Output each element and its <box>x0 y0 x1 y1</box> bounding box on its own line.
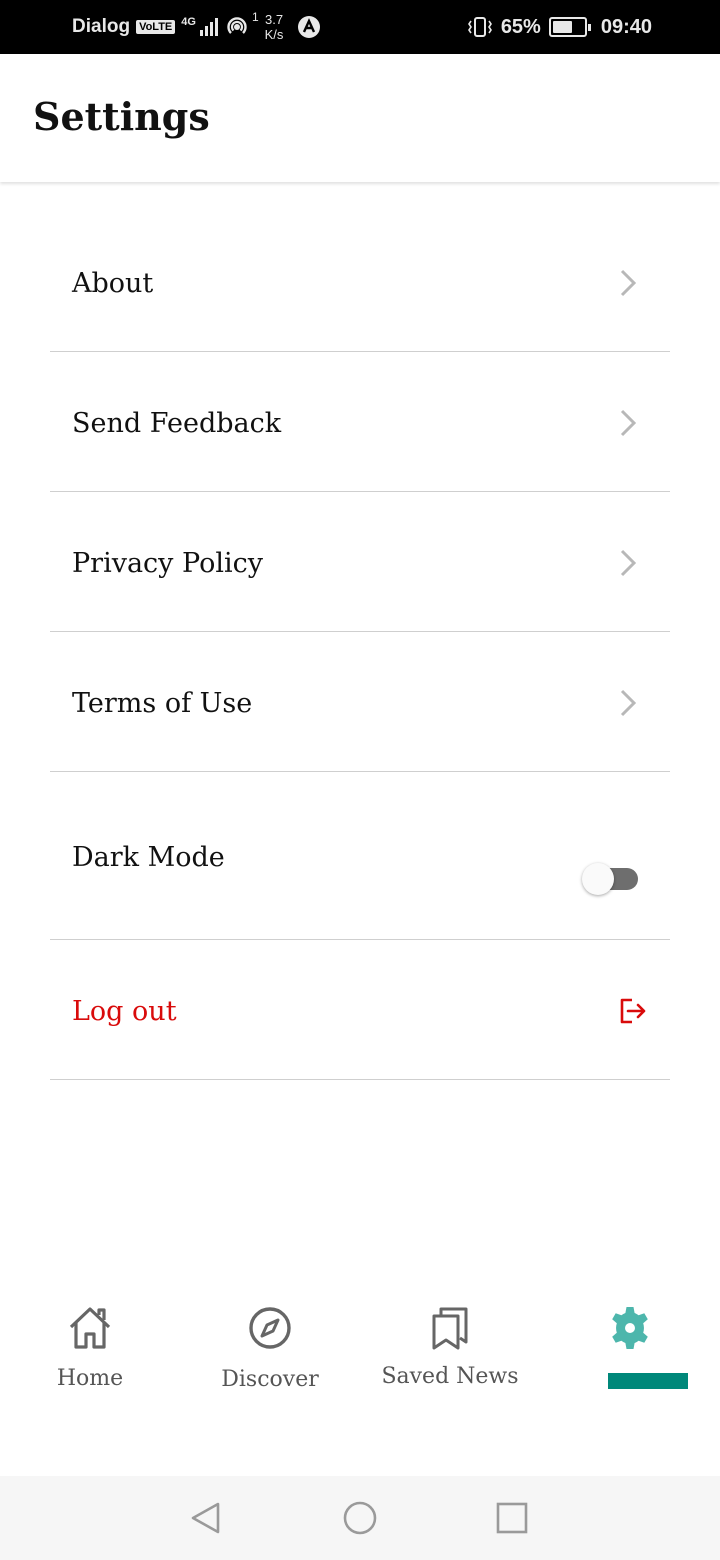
speed-value: 3.7 <box>265 12 284 27</box>
logout-icon <box>620 998 646 1024</box>
status-right: 65% 09:40 <box>467 0 652 54</box>
settings-item-dark-mode: Dark Mode <box>50 772 670 940</box>
nav-item-discover[interactable]: Discover <box>180 1290 360 1420</box>
back-button[interactable] <box>188 1500 224 1536</box>
home-icon <box>69 1307 111 1349</box>
nav-label: Home <box>56 1366 124 1391</box>
settings-item-label: Terms of Use <box>72 688 253 719</box>
chevron-right-icon <box>620 689 637 717</box>
recents-button[interactable] <box>494 1500 530 1536</box>
vibrate-icon <box>467 17 492 37</box>
carrier-name: Dialog <box>72 16 131 37</box>
nav-item-home[interactable]: Home <box>0 1290 180 1420</box>
gear-icon <box>612 1307 648 1349</box>
app-notification-icon <box>298 16 321 38</box>
app-bar: Settings <box>0 54 720 182</box>
settings-item-privacy-policy[interactable]: Privacy Policy <box>50 492 670 632</box>
signal-icon <box>199 18 218 36</box>
settings-item-label: About <box>72 268 154 299</box>
settings-list: About Send Feedback Privacy Policy Terms… <box>50 212 670 1080</box>
bottom-navigation: Home Discover Saved News <box>0 1290 720 1420</box>
nav-label: Discover <box>221 1367 319 1392</box>
hotspot-icon <box>227 17 247 34</box>
settings-item-send-feedback[interactable]: Send Feedback <box>50 352 670 492</box>
settings-item-log-out[interactable]: Log out <box>50 940 670 1080</box>
settings-item-terms-of-use[interactable]: Terms of Use <box>50 632 670 772</box>
status-bar: Dialog VoLTE 4G 1 3.7 K/s 65% 09:40 <box>0 0 720 54</box>
speed-unit: K/s <box>264 27 284 42</box>
bookmarks-icon <box>432 1307 468 1350</box>
nav-item-saved-news[interactable]: Saved News <box>360 1290 540 1420</box>
chevron-right-icon <box>620 549 637 577</box>
home-button[interactable] <box>342 1500 378 1536</box>
logout-label: Log out <box>72 996 177 1027</box>
chevron-right-icon <box>620 269 637 297</box>
compass-icon <box>249 1307 291 1349</box>
active-tab-indicator <box>608 1373 688 1389</box>
network-type: 4G <box>181 15 196 28</box>
battery-percent: 65% <box>500 15 541 38</box>
dark-mode-label: Dark Mode <box>72 842 225 873</box>
battery-icon <box>548 17 591 37</box>
battery-level <box>552 21 573 33</box>
page-title: Settings <box>33 94 210 139</box>
nav-label: Saved News <box>381 1364 519 1389</box>
toggle-knob <box>582 863 614 895</box>
chevron-right-icon <box>620 409 637 437</box>
hotspot-count: 1 <box>251 10 259 24</box>
settings-item-label: Send Feedback <box>72 408 282 439</box>
nav-item-settings[interactable] <box>540 1290 720 1420</box>
volte-badge: VoLTE <box>136 20 176 34</box>
dark-mode-toggle[interactable] <box>582 863 638 895</box>
network-speed: 3.7 K/s <box>265 12 284 42</box>
system-nav-bar <box>0 1476 720 1560</box>
settings-item-about[interactable]: About <box>50 212 670 352</box>
settings-item-label: Privacy Policy <box>72 548 263 579</box>
status-left: Dialog VoLTE 4G 1 3.7 K/s <box>72 0 321 54</box>
clock: 09:40 <box>600 15 652 38</box>
